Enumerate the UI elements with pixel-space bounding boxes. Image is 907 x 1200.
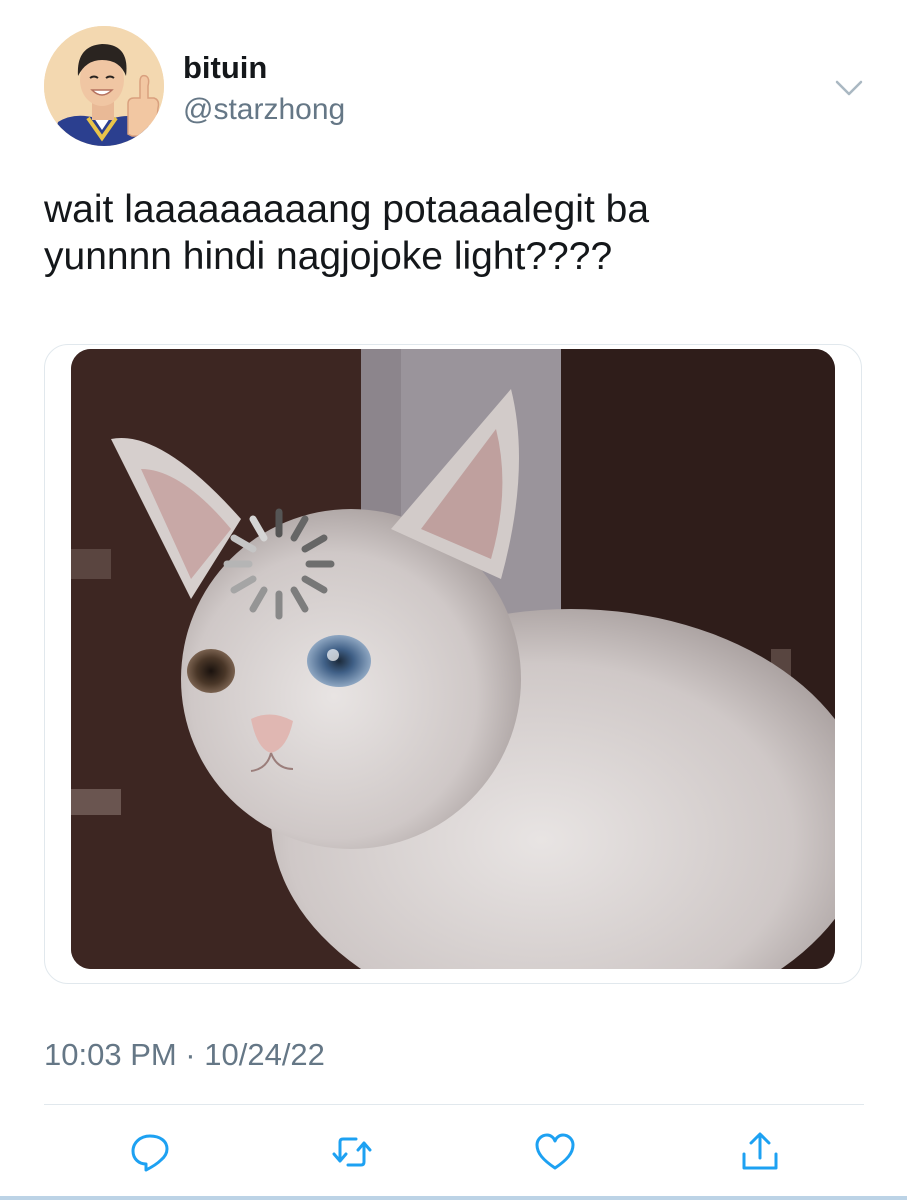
tweet-text: wait laaaaaaaaang potaaaalegit ba yunnnn… [44,186,864,280]
heart-icon [535,1133,575,1170]
media-card[interactable] [44,344,862,984]
retweet-button[interactable] [330,1130,374,1174]
tweet-text-line: wait laaaaaaaaang potaaaalegit ba [44,188,650,231]
reply-button[interactable] [128,1130,172,1174]
reply-icon [131,1134,169,1172]
avatar[interactable] [44,26,164,146]
tweet-timestamp[interactable]: 10:03 PM · 10/24/22 [44,1036,325,1074]
share-icon [742,1132,778,1170]
kitten-photo[interactable] [71,349,835,969]
bottom-edge [0,1196,907,1200]
user-handle[interactable]: @starzhong [183,92,345,128]
chevron-down-icon[interactable] [834,76,864,100]
divider [44,1104,864,1105]
like-button[interactable] [533,1130,577,1174]
tweet-card: bituin @starzhong wait laaaaaaaaang pota… [0,0,907,1200]
display-name[interactable]: bituin [183,50,267,86]
tweet-text-line: yunnnn hindi nagjojoke light???? [44,235,613,278]
share-button[interactable] [738,1130,782,1174]
avatar-image [44,26,164,146]
retweet-icon [332,1137,372,1167]
